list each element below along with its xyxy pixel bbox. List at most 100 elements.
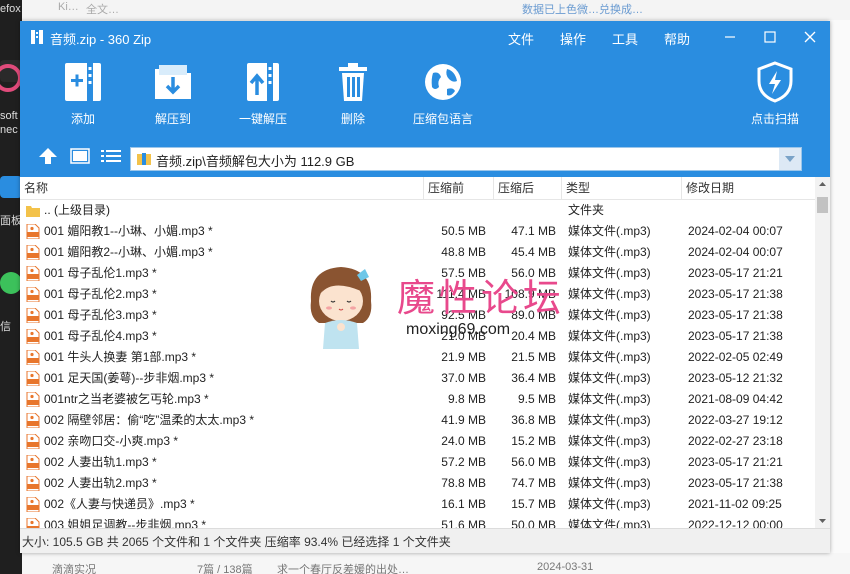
table-row[interactable]: 002 人妻出轨2.mp3 * 78.8 MB 74.7 MB 媒体文件(.mp3) 2… bbox=[20, 473, 815, 494]
file-name: .. (上级目录) bbox=[44, 203, 110, 217]
column-type[interactable]: 类型 bbox=[562, 177, 682, 199]
file-modified: 2021-08-09 04:42 bbox=[688, 392, 783, 406]
column-size[interactable]: 压缩前 bbox=[424, 177, 494, 199]
menu-tools[interactable]: 工具 bbox=[612, 29, 638, 48]
toolbar: 添加 解压到 一键解压 删除 压缩包语言 点击扫描 bbox=[20, 53, 830, 135]
zip-window: 音频.zip - 360 Zip 文件 操作 工具 帮助 添加 解压到 一键解压… bbox=[20, 21, 830, 553]
window-title: 音频.zip - 360 Zip bbox=[50, 32, 152, 47]
file-compressed-size: 47.1 MB bbox=[511, 224, 556, 238]
table-row[interactable]: 003 姐姐足调教--步非烟.mp3 * 51.6 MB 50.0 MB 媒体文件(.… bbox=[20, 515, 815, 528]
minimize-icon bbox=[725, 36, 735, 38]
extract-folder-icon bbox=[155, 65, 191, 99]
column-name[interactable]: 名称 bbox=[20, 177, 424, 199]
desktop-label: efox bbox=[0, 3, 21, 15]
menu-file[interactable]: 文件 bbox=[508, 29, 534, 48]
title-bar[interactable]: 音频.zip - 360 Zip 文件 操作 工具 帮助 bbox=[20, 21, 830, 53]
watermark-url: moxing69.com bbox=[406, 321, 511, 338]
table-row[interactable]: 001 媚阳教1--小琳、小媚.mp3 * 50.5 MB 47.1 MB 媒体文件(… bbox=[20, 221, 815, 242]
file-modified: 2022-12-12 00:00 bbox=[688, 518, 783, 528]
file-name: 002 人妻出轨1.mp3 * bbox=[44, 455, 157, 469]
column-header: 名称 压缩前 压缩后 类型 修改日期 bbox=[20, 177, 815, 200]
background-text: 滴滴实况 bbox=[52, 564, 96, 574]
background-text: 求一个春厅反差媛的出处… bbox=[277, 564, 409, 574]
file-name: 002 亲吻口交-小爽.mp3 * bbox=[44, 434, 179, 448]
mp3-file-icon bbox=[26, 224, 40, 239]
file-modified bbox=[688, 200, 812, 221]
chevron-up-icon bbox=[819, 182, 826, 186]
file-type: 媒体文件(.mp3) bbox=[568, 287, 651, 301]
mp3-file-icon bbox=[26, 392, 40, 407]
file-type: 媒体文件(.mp3) bbox=[568, 518, 651, 528]
app-icon[interactable] bbox=[0, 60, 22, 92]
column-modified[interactable]: 修改日期 bbox=[682, 177, 815, 199]
background-text: 2024-03-31 bbox=[537, 561, 594, 573]
file-size: 57.2 MB bbox=[441, 455, 486, 469]
file-modified: 2024-02-04 00:07 bbox=[688, 224, 783, 238]
table-row[interactable]: 001 媚阳教2--小琳、小媚.mp3 * 48.8 MB 45.4 MB 媒体文件(… bbox=[20, 242, 815, 263]
column-compressed[interactable]: 压缩后 bbox=[494, 177, 562, 199]
add-button[interactable]: 添加 bbox=[43, 57, 123, 133]
maximize-button[interactable] bbox=[750, 21, 790, 53]
file-compressed-size bbox=[496, 200, 556, 221]
vertical-scrollbar[interactable] bbox=[815, 177, 830, 528]
close-button[interactable] bbox=[790, 21, 830, 53]
table-row[interactable]: 002 亲吻口交-小爽.mp3 * 24.0 MB 15.2 MB 媒体文件(.mp3… bbox=[20, 431, 815, 452]
background-text: 数据已上色微…兑换成… bbox=[522, 4, 643, 16]
table-row[interactable]: 002 人妻出轨1.mp3 * 57.2 MB 56.0 MB 媒体文件(.mp3) 2… bbox=[20, 452, 815, 473]
file-modified: 2023-05-17 21:38 bbox=[688, 308, 783, 322]
file-modified: 2022-02-05 02:49 bbox=[688, 350, 783, 364]
desktop-label: 面板 bbox=[0, 215, 22, 227]
mp3-file-icon bbox=[26, 455, 40, 470]
archive-language-label: 压缩包语言 bbox=[412, 112, 473, 126]
file-modified: 2023-05-17 21:21 bbox=[688, 455, 783, 469]
file-compressed-size: 36.4 MB bbox=[511, 371, 556, 385]
scan-button[interactable]: 点击扫描 bbox=[735, 57, 815, 133]
table-row[interactable]: 002《人妻与快递员》.mp3 * 16.1 MB 15.7 MB 媒体文件(.mp3… bbox=[20, 494, 815, 515]
one-click-extract-icon bbox=[247, 63, 279, 101]
one-click-extract-label: 一键解压 bbox=[238, 112, 287, 126]
table-row[interactable]: 001 牛头人换妻 第1部.mp3 * 21.9 MB 21.5 MB 媒体文件(.m… bbox=[20, 347, 815, 368]
scroll-down-button[interactable] bbox=[815, 514, 830, 528]
file-list: .. (上级目录) 文件夹 001 媚阳教1--小琳、小媚.mp3 * 50.5 MB… bbox=[20, 200, 815, 528]
add-icon bbox=[65, 63, 101, 101]
list-view-icon[interactable] bbox=[100, 148, 122, 164]
close-icon bbox=[804, 31, 816, 43]
background-text: Ki… bbox=[58, 1, 79, 13]
mp3-file-icon bbox=[26, 287, 40, 302]
chat-app-icon[interactable] bbox=[0, 272, 22, 294]
file-type: 媒体文件(.mp3) bbox=[568, 392, 651, 406]
one-click-extract-button[interactable]: 一键解压 bbox=[223, 57, 303, 133]
scroll-up-button[interactable] bbox=[815, 177, 830, 191]
browser-background-top: Ki… 全文… 数据已上色微…兑换成… bbox=[22, 0, 850, 20]
file-compressed-size: 9.5 MB bbox=[517, 392, 556, 406]
menu-operation[interactable]: 操作 bbox=[560, 29, 586, 48]
menu-help[interactable]: 帮助 bbox=[664, 29, 690, 48]
path-dropdown-button[interactable] bbox=[779, 148, 801, 170]
extract-to-label: 解压到 bbox=[154, 112, 191, 126]
file-name: 001ntr之当老婆被乞丐轮.mp3 * bbox=[44, 392, 209, 406]
file-compressed-size: 36.8 MB bbox=[511, 413, 556, 427]
minimize-button[interactable] bbox=[710, 21, 750, 53]
path-field[interactable]: 音频.zip\音频解包大小为 112.9 GB bbox=[130, 147, 802, 171]
file-type: 媒体文件(.mp3) bbox=[568, 266, 651, 280]
table-row[interactable]: 001ntr之当老婆被乞丐轮.mp3 * 9.8 MB 9.5 MB 媒体文件(.mp… bbox=[20, 389, 815, 410]
up-arrow-icon[interactable] bbox=[38, 147, 58, 165]
file-compressed-size: 50.0 MB bbox=[511, 518, 556, 528]
file-type: 媒体文件(.mp3) bbox=[568, 455, 651, 469]
app-icon[interactable] bbox=[0, 176, 22, 198]
browser-background-bottom: 滴滴实况 7篇 / 138篇 求一个春厅反差媛的出处… 2024-03-31 bbox=[22, 553, 850, 574]
table-row[interactable]: .. (上级目录) 文件夹 bbox=[20, 200, 815, 221]
file-compressed-size: 15.2 MB bbox=[511, 434, 556, 448]
table-row[interactable]: 001 足天国(姜萼)--步非烟.mp3 * 37.0 MB 36.4 MB 媒体文件… bbox=[20, 368, 815, 389]
file-size: 48.8 MB bbox=[441, 245, 486, 259]
scroll-thumb[interactable] bbox=[817, 197, 828, 213]
delete-button[interactable]: 删除 bbox=[313, 57, 393, 133]
file-modified: 2022-03-27 19:12 bbox=[688, 413, 783, 427]
mp3-file-icon bbox=[26, 497, 40, 512]
file-compressed-size: 21.5 MB bbox=[511, 350, 556, 364]
table-row[interactable]: 002 隔壁邻居：偷“吃”温柔的太太.mp3 * 41.9 MB 36.8 MB 媒体… bbox=[20, 410, 815, 431]
extract-to-button[interactable]: 解压到 bbox=[133, 57, 213, 133]
thumbnail-view-icon[interactable] bbox=[70, 148, 90, 164]
archive-language-button[interactable]: 压缩包语言 bbox=[403, 57, 483, 133]
file-modified: 2023-05-17 21:38 bbox=[688, 329, 783, 343]
